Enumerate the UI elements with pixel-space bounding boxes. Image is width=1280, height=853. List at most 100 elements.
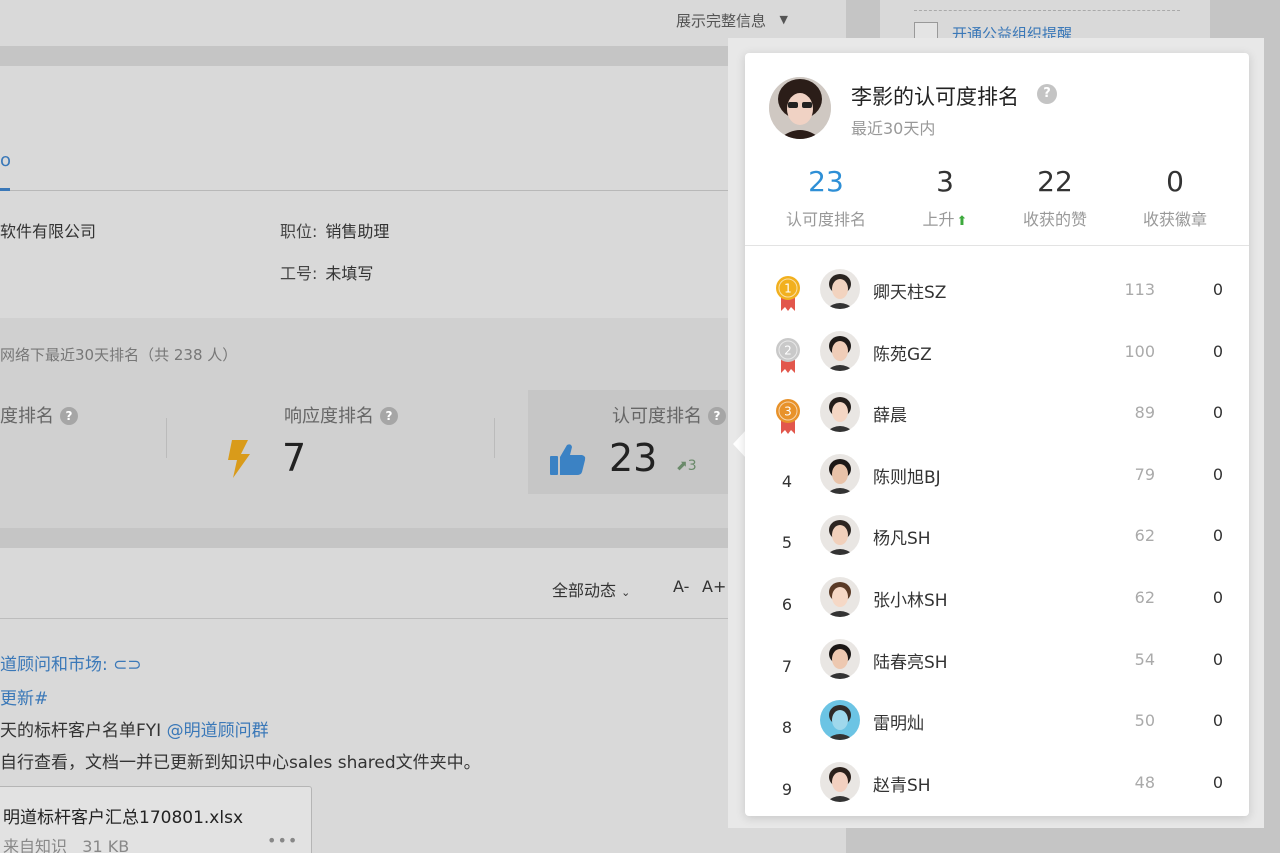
more-icon[interactable]: ••• xyxy=(267,831,298,850)
avatar[interactable] xyxy=(820,269,860,309)
help-icon[interactable]: ? xyxy=(60,407,78,425)
company-value: 软件有限公司 xyxy=(0,222,97,241)
divider xyxy=(745,245,1249,246)
ranking-row[interactable]: 4 陈则旭BJ 79 0 xyxy=(745,452,1249,514)
avatar[interactable] xyxy=(820,330,860,371)
bronze-medal-icon: 3 xyxy=(776,399,800,435)
ranking-row[interactable]: 5 杨凡SH 62 0 xyxy=(745,513,1249,575)
divider xyxy=(914,10,1180,11)
avatar[interactable] xyxy=(820,515,860,556)
ranking-row[interactable]: 2 陈苑GZ 100 0 xyxy=(745,329,1249,391)
approval-score: 100 xyxy=(1124,341,1155,361)
file-name: 明道标杆客户汇总170801.xlsx xyxy=(3,808,244,828)
tab-divider xyxy=(0,190,846,191)
badge-count: 0 xyxy=(1212,711,1223,731)
rank-number: 8 xyxy=(781,718,793,738)
member-name[interactable]: 薛晨 xyxy=(873,401,907,426)
approval-score: 62 xyxy=(1134,588,1155,607)
approval-score: 50 xyxy=(1134,711,1155,731)
avatar[interactable] xyxy=(820,392,860,433)
rank-rise-indicator: ⬈3 xyxy=(676,458,697,474)
member-name[interactable]: 陈则旭BJ xyxy=(873,463,941,488)
divider xyxy=(0,618,846,619)
profile-header-card: 展示完整信息 ▼ xyxy=(0,0,846,46)
svg-text:3: 3 xyxy=(784,405,792,419)
approval-score: 89 xyxy=(1134,403,1155,423)
rank-number: 7 xyxy=(781,656,793,676)
response-rank-title: 响应度排名? xyxy=(284,402,398,428)
stat-approval-rank: 23 认可度排名 xyxy=(785,165,866,229)
employee-id-value: 未填写 xyxy=(325,264,374,283)
badge-count: 0 xyxy=(1212,280,1223,299)
avatar[interactable] xyxy=(820,577,860,617)
approval-score: 113 xyxy=(1124,280,1155,299)
member-name[interactable]: 雷明灿 xyxy=(873,709,924,734)
font-increase-button[interactable]: A+ xyxy=(702,577,726,596)
employee-id-key: 工号: xyxy=(280,264,318,283)
avatar[interactable] xyxy=(820,761,860,802)
activity-rank-title: 度排名? xyxy=(0,402,78,428)
avatar[interactable] xyxy=(820,700,860,741)
avatar[interactable] xyxy=(769,77,831,139)
approval-rank-value: 23 xyxy=(609,436,658,480)
member-name[interactable]: 张小林SH xyxy=(873,586,948,611)
stat-badges: 0 收获徽章 xyxy=(1142,165,1207,229)
help-icon[interactable]: ? xyxy=(380,407,398,425)
approval-rank-title: 认可度排名? xyxy=(612,402,726,428)
arrow-up-icon: ⬆ xyxy=(956,214,968,229)
ranking-row[interactable]: 9 赵青SH 48 0 xyxy=(745,760,1249,822)
member-name[interactable]: 杨凡SH xyxy=(873,524,931,549)
mention-link[interactable]: @明道顾问群 xyxy=(167,721,269,741)
font-decrease-button[interactable]: A- xyxy=(673,577,689,596)
ranking-row[interactable]: 6 张小林SH 62 0 xyxy=(745,575,1249,637)
ranking-header: 网络下最近30天排名（共 238 人） xyxy=(0,346,238,364)
badge-count: 0 xyxy=(1212,341,1223,361)
badge-count: 0 xyxy=(1212,464,1223,484)
badge-count: 0 xyxy=(1212,526,1223,546)
approval-score: 79 xyxy=(1134,464,1155,484)
svg-text:2: 2 xyxy=(784,343,792,357)
approval-ranking-popover: 李影的认可度排名 ? 最近30天内 23 认可度排名 3 上升 ⬆ 22 收获的赞… xyxy=(745,53,1249,816)
response-rank-value: 7 xyxy=(282,436,307,480)
badge-count: 0 xyxy=(1212,772,1223,792)
file-meta: 来自知识 31 KB xyxy=(3,837,130,853)
svg-text:1: 1 xyxy=(784,282,792,296)
avatar[interactable] xyxy=(820,638,860,679)
file-attachment-card[interactable]: 明道标杆客户汇总170801.xlsx 来自知识 31 KB ••• xyxy=(0,786,312,853)
rank-number: 6 xyxy=(781,595,793,614)
thumbs-up-icon xyxy=(550,444,586,475)
position-field: 职位: 销售助理 xyxy=(280,218,389,242)
help-icon[interactable]: ? xyxy=(1037,84,1057,104)
position-value: 销售助理 xyxy=(325,222,390,241)
attachment-icon: ⊂⊃ xyxy=(113,655,142,675)
silver-medal-icon: 2 xyxy=(776,337,800,373)
approval-score: 62 xyxy=(1134,526,1155,546)
rank-number: 9 xyxy=(781,779,793,799)
member-name[interactable]: 陆春亮SH xyxy=(873,648,948,673)
trend-up-icon: ⬈ xyxy=(676,458,688,474)
avatar[interactable] xyxy=(820,453,860,494)
popover-subtitle: 最近30天内 xyxy=(851,119,936,138)
tab-profile[interactable]: o xyxy=(0,150,11,171)
tab-active-indicator xyxy=(0,188,10,191)
member-name[interactable]: 卿天柱SZ xyxy=(873,278,946,303)
feed-group-link[interactable]: 道顾问和市场: ⊂⊃ xyxy=(0,650,142,675)
approval-score: 54 xyxy=(1134,649,1155,669)
badge-count: 0 xyxy=(1212,403,1223,423)
position-key: 职位: xyxy=(280,222,318,241)
stat-rise: 3 上升 ⬆ xyxy=(922,165,968,229)
expand-info-link[interactable]: 展示完整信息 xyxy=(676,10,766,31)
help-icon[interactable]: ? xyxy=(708,407,726,425)
ranking-row[interactable]: 1 卿天柱SZ 113 0 xyxy=(745,267,1249,329)
feed-topic-link[interactable]: 更新# xyxy=(0,684,48,709)
chevron-down-icon[interactable]: ▼ xyxy=(780,13,788,26)
lightning-icon xyxy=(228,440,250,478)
feed-filter-dropdown[interactable]: 全部动态 ⌄ xyxy=(552,577,630,601)
ranking-row[interactable]: 3 薛晨 89 0 xyxy=(745,390,1249,452)
ranking-row[interactable]: 7 陆春亮SH 54 0 xyxy=(745,637,1249,699)
ranking-row[interactable]: 8 雷明灿 50 0 xyxy=(745,698,1249,760)
popover-title: 李影的认可度排名 xyxy=(851,85,1019,109)
gold-medal-icon: 1 xyxy=(776,276,800,311)
member-name[interactable]: 赵青SH xyxy=(873,771,931,796)
member-name[interactable]: 陈苑GZ xyxy=(873,340,932,365)
